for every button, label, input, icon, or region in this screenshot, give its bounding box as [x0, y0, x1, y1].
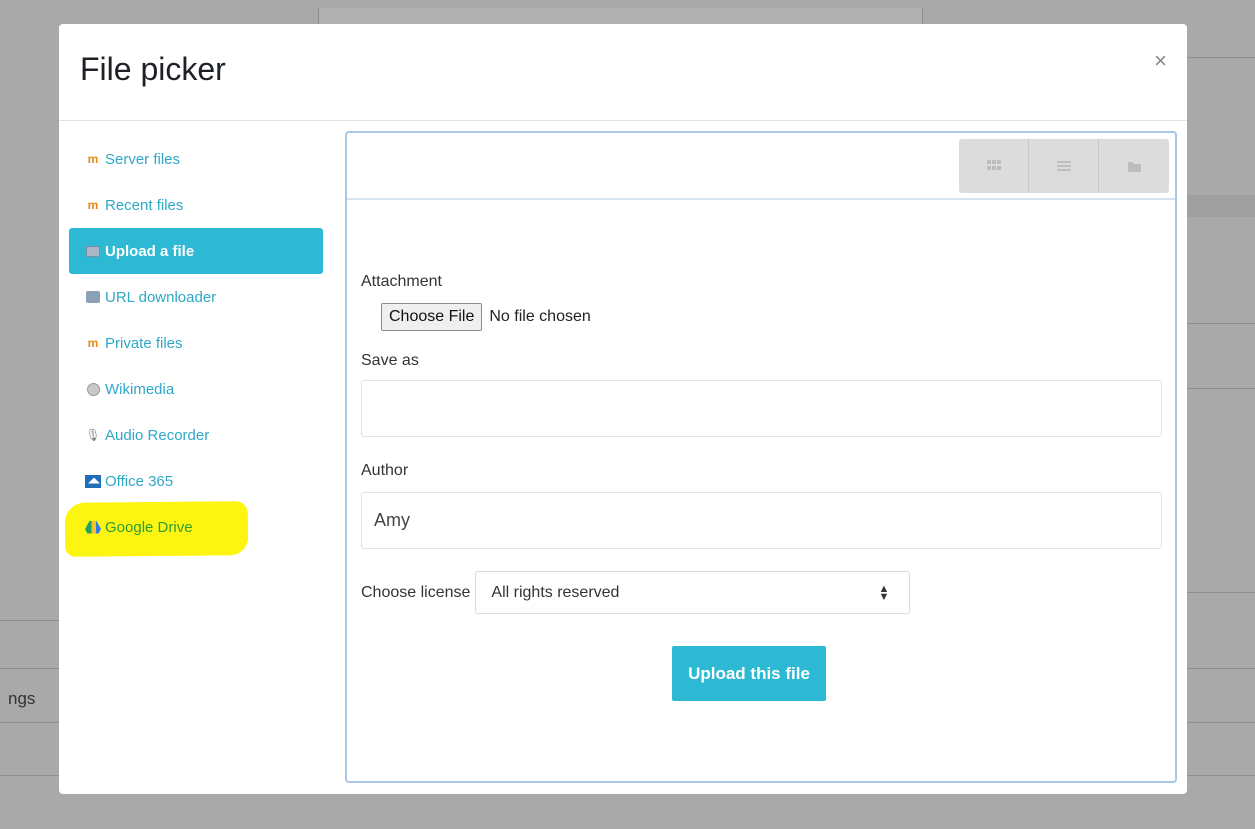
background-divider [1187, 668, 1255, 669]
view-mode-group [959, 139, 1169, 193]
icons-view-icon[interactable] [959, 139, 1029, 193]
moodle-icon: m [87, 152, 99, 166]
tree-view-icon[interactable] [1099, 139, 1169, 193]
author-input[interactable] [361, 492, 1162, 549]
office365-icon [85, 474, 101, 488]
background-divider [0, 620, 59, 621]
repo-item-server-files[interactable]: m Server files [69, 136, 323, 182]
url-downloader-icon [85, 291, 101, 303]
repo-item-label: Upload a file [105, 242, 195, 260]
file-input-row: Choose File No file chosen [361, 303, 1164, 331]
background-divider [1187, 592, 1255, 593]
background-divider [1187, 323, 1255, 324]
save-as-input[interactable] [361, 380, 1162, 437]
upload-icon [85, 245, 101, 257]
repo-item-label: Wikimedia [105, 380, 175, 398]
repo-item-private-files[interactable]: m Private files [69, 320, 323, 366]
background-divider [0, 722, 59, 723]
moodle-icon: m [87, 336, 99, 350]
repo-item-label: URL downloader [105, 288, 217, 306]
wikimedia-icon [85, 382, 101, 396]
repo-item-wikimedia[interactable]: Wikimedia [69, 366, 323, 412]
background-divider [0, 668, 59, 669]
view-toolbar [347, 133, 1175, 200]
background-divider [1187, 388, 1255, 389]
repo-item-recent-files[interactable]: m Recent files [69, 182, 323, 228]
google-drive-icon [85, 520, 101, 534]
select-arrows-icon: ▲ ▼ [878, 582, 890, 603]
upload-form: Attachment Choose File No file chosen Sa… [361, 273, 1164, 614]
upload-file-button[interactable]: Upload this file [672, 646, 826, 701]
license-select[interactable]: All rights reserved ▲ ▼ [475, 571, 911, 614]
file-picker-dialog: File picker × m Server files m Recent fi… [59, 24, 1187, 794]
background-partial-text: ngs [8, 689, 36, 708]
upload-panel: Attachment Choose File No file chosen Sa… [345, 131, 1177, 783]
repo-item-label: Audio Recorder [105, 426, 210, 444]
dialog-header: File picker × [59, 24, 1187, 121]
repo-item-label: Server files [105, 150, 181, 168]
repo-item-audio-recorder[interactable]: 🎙 Audio Recorder [69, 412, 323, 458]
choose-file-button[interactable]: Choose File [381, 303, 483, 331]
close-icon[interactable]: × [1154, 50, 1167, 72]
microphone-icon: 🎙 [85, 428, 101, 442]
repo-item-label: Recent files [105, 196, 184, 214]
background-divider [1187, 722, 1255, 723]
list-view-icon[interactable] [1029, 139, 1099, 193]
license-row: Choose license All rights reserved ▲ ▼ [361, 571, 1164, 614]
background-panel [1187, 195, 1255, 217]
no-file-text: No file chosen [489, 308, 591, 325]
repo-item-upload-a-file[interactable]: Upload a file [69, 228, 323, 274]
license-label: Choose license [361, 583, 471, 601]
background-divider [1187, 57, 1255, 58]
attachment-label: Attachment [361, 273, 442, 290]
repo-item-label: Private files [105, 334, 183, 352]
repo-item-google-drive[interactable]: Google Drive [64, 501, 323, 557]
moodle-icon: m [87, 198, 99, 212]
author-label: Author [361, 462, 409, 479]
dialog-title: File picker [80, 51, 226, 87]
save-as-label: Save as [361, 352, 419, 369]
repo-item-label: Google Drive [105, 518, 193, 536]
repo-item-url-downloader[interactable]: URL downloader [69, 274, 323, 320]
repo-item-label: Office 365 [105, 472, 174, 490]
license-selected-value: All rights reserved [491, 583, 620, 601]
repo-item-office-365[interactable]: Office 365 [69, 458, 323, 504]
repository-list: m Server files m Recent files Upload a f… [64, 136, 323, 557]
